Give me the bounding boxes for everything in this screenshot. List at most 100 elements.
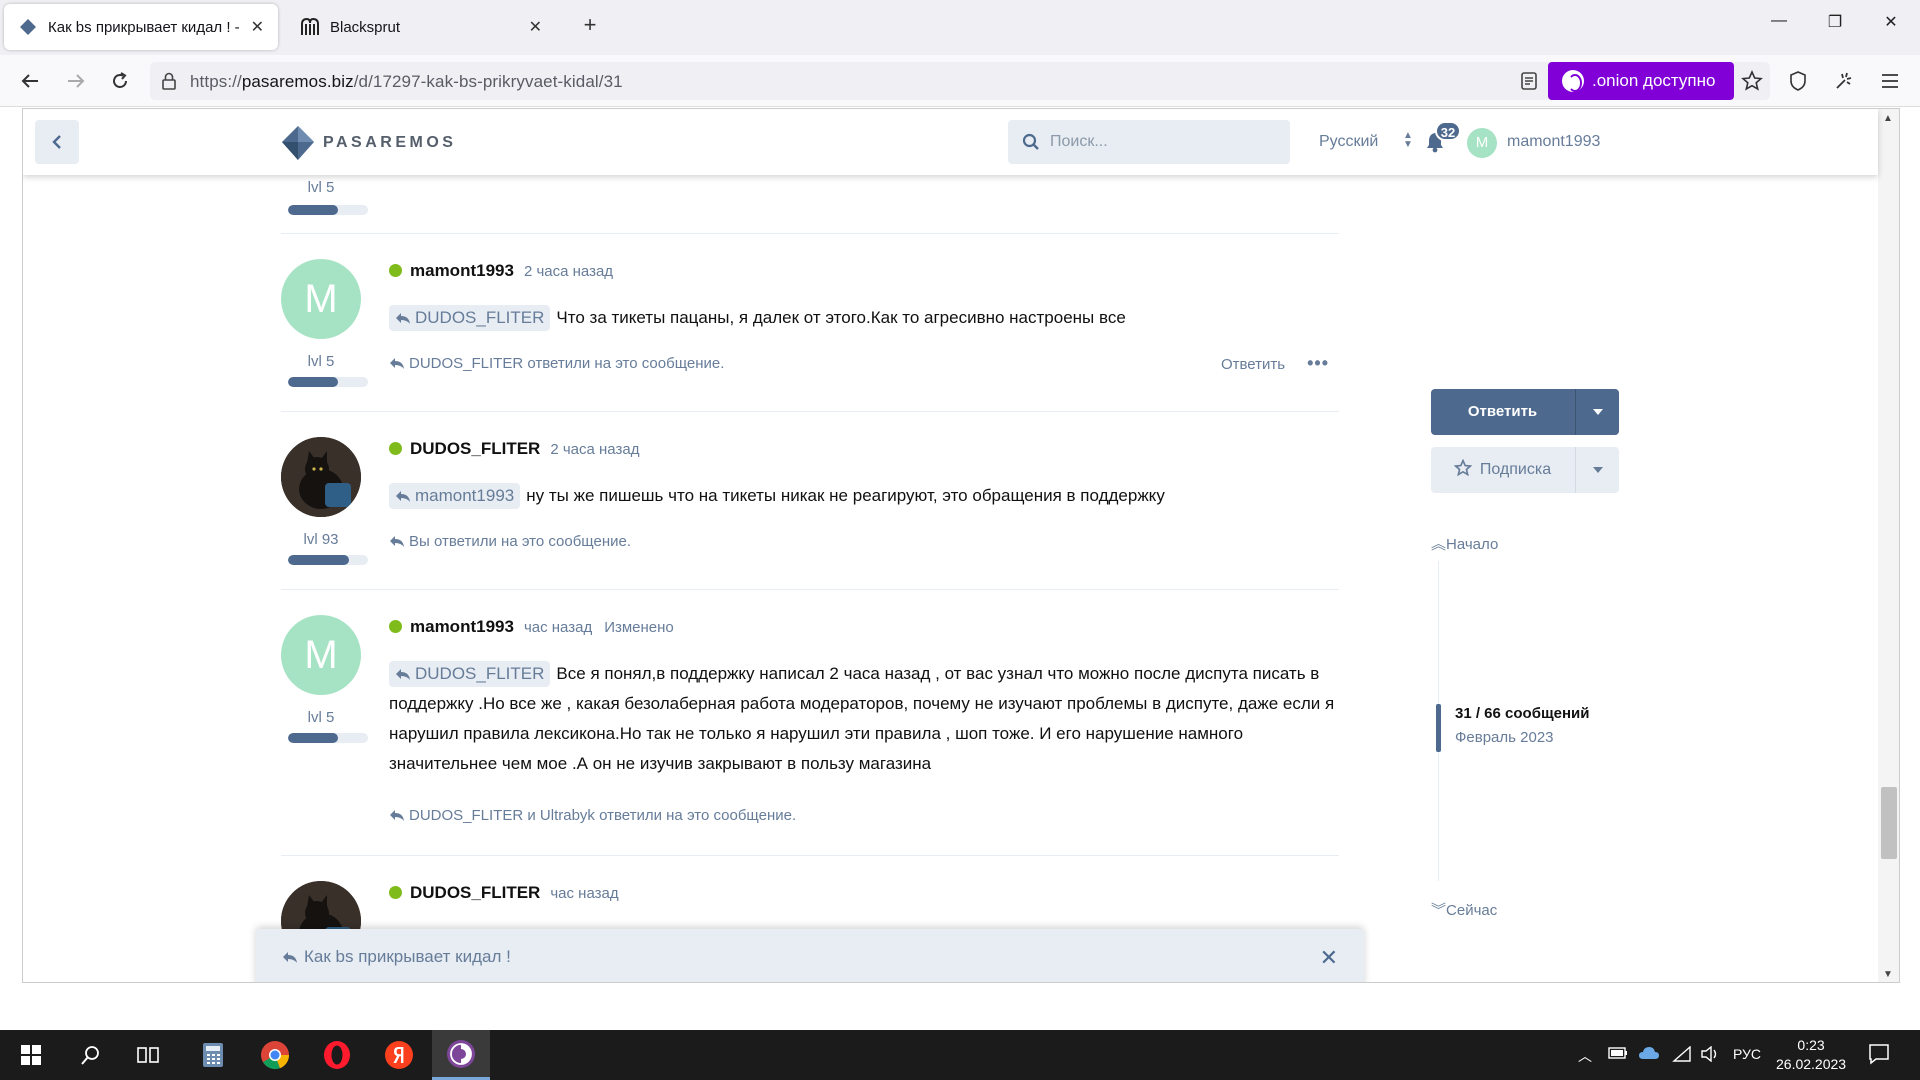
restore-icon[interactable]: ❐ (1812, 12, 1858, 32)
scroll-thumb[interactable] (1881, 787, 1897, 859)
task-view-icon[interactable] (120, 1030, 178, 1080)
username-menu[interactable]: mamont1993 (1507, 133, 1600, 151)
minimize-icon[interactable]: — (1756, 12, 1802, 30)
author-avatar[interactable]: M (281, 259, 361, 339)
onion-available-button[interactable]: .onion доступно (1548, 62, 1734, 100)
online-status-icon (389, 264, 402, 277)
tray-chevron-up-icon[interactable]: ︿ (1578, 1046, 1592, 1066)
edited-label[interactable]: Изменено (604, 619, 674, 636)
scrubber-handle[interactable] (1436, 704, 1441, 752)
tor-browser-icon[interactable] (432, 1030, 490, 1080)
blacksprut-favicon-icon (300, 17, 320, 37)
more-options-icon[interactable]: ••• (1307, 353, 1329, 373)
post-header: DUDOS_FLITER 2 часа назад (389, 439, 639, 459)
close-tab-icon[interactable]: ✕ (251, 17, 264, 37)
back-arrow-icon[interactable] (16, 67, 44, 95)
post-header: mamont1993 час назад Изменено (389, 617, 674, 637)
post-time[interactable]: час назад (550, 885, 618, 902)
online-status-icon (389, 442, 402, 455)
replied-notice[interactable]: DUDOS_FLITER и Ultrabyk ответили на это … (389, 807, 796, 824)
tab-active[interactable]: Как bs прикрывает кидал ! - |P ✕ (4, 4, 278, 50)
composer-bar[interactable]: Как bs прикрывает кидал ! ✕ (256, 929, 1364, 982)
wifi-icon[interactable] (1672, 1045, 1692, 1065)
reply-mention[interactable]: DUDOS_FLITER (389, 661, 551, 687)
notifications-center-icon[interactable] (1868, 1043, 1890, 1068)
calculator-icon[interactable] (184, 1030, 242, 1080)
reply-button-label[interactable]: Ответить (1431, 389, 1574, 435)
user-level: lvl 5 (307, 179, 335, 196)
bookmark-star-icon[interactable] (1738, 67, 1766, 95)
reader-view-icon[interactable] (1520, 71, 1538, 96)
user-avatar[interactable]: M (1467, 128, 1497, 158)
reply-mention[interactable]: mamont1993 (389, 483, 521, 509)
post-author[interactable]: mamont1993 (410, 617, 514, 636)
reply-mention[interactable]: DUDOS_FLITER (389, 305, 551, 331)
post-divider (281, 233, 1339, 234)
page-scrollbar[interactable]: ▲ ▼ (1878, 109, 1899, 982)
windows-start-icon[interactable] (2, 1030, 60, 1080)
author-avatar-cat-photo[interactable] (281, 437, 361, 517)
menu-hamburger-icon[interactable] (1876, 67, 1904, 95)
battery-icon[interactable] (1608, 1046, 1628, 1063)
pasaremos-favicon-icon (18, 17, 38, 37)
url-bar[interactable]: https://pasaremos.biz/d/17297-kak-bs-pri… (150, 62, 1770, 100)
volume-icon[interactable] (1700, 1045, 1720, 1065)
tab-blacksprut[interactable]: Blacksprut ✕ (286, 4, 556, 50)
author-avatar[interactable]: M (281, 615, 361, 695)
chrome-icon[interactable] (246, 1030, 304, 1080)
site-logo[interactable]: PASAREMOS (281, 125, 456, 161)
composer-close-icon[interactable]: ✕ (1320, 945, 1338, 971)
subscribe-dropdown-caret-icon[interactable] (1575, 447, 1619, 493)
online-status-icon (389, 886, 402, 899)
reply-dropdown-caret-icon[interactable] (1575, 389, 1619, 435)
site-header: PASAREMOS Поиск... Русский ▲ ▼ 32 M mamon… (23, 109, 1878, 175)
shield-icon[interactable] (1784, 67, 1812, 95)
tor-circuit-icon[interactable] (1830, 67, 1858, 95)
forward-arrow-icon[interactable] (62, 67, 90, 95)
reply-button[interactable]: Ответить (1431, 389, 1619, 435)
composer-title[interactable]: Как bs прикрывает кидал ! (282, 947, 511, 967)
post-author[interactable]: mamont1993 (410, 261, 514, 280)
search-placeholder: Поиск... (1050, 133, 1108, 150)
scrubber-start-link[interactable]: ︽Начало (1431, 533, 1498, 554)
post-author[interactable]: DUDOS_FLITER (410, 883, 540, 902)
onedrive-icon[interactable] (1638, 1046, 1660, 1063)
reply-arrow-icon (390, 810, 404, 821)
scrubber-date: Февраль 2023 (1455, 729, 1554, 746)
yandex-browser-icon[interactable] (370, 1030, 428, 1080)
scrubber-position: 31 / 66 сообщений (1455, 705, 1590, 722)
post-text: ну ты же пишешь что на тикеты никак не р… (526, 486, 1165, 505)
reply-link[interactable]: Ответить (1221, 356, 1285, 373)
post-time[interactable]: час назад (524, 619, 592, 636)
reply-arrow-icon (390, 358, 404, 369)
post-time[interactable]: 2 часа назад (524, 263, 613, 280)
scrubber-now-link[interactable]: ︾Сейчас (1431, 899, 1497, 920)
window-close-icon[interactable]: ✕ (1868, 12, 1914, 32)
opera-icon[interactable] (308, 1030, 366, 1080)
browser-tab-bar: Как bs прикрывает кидал ! - |P ✕ Blacksp… (0, 0, 1920, 55)
post-body: mamont1993 ну ты же пишешь что на тикеты … (389, 481, 1339, 511)
pasaremos-logo-icon (282, 126, 314, 160)
scroll-down-arrow-icon[interactable]: ▼ (1883, 969, 1893, 980)
replied-notice[interactable]: DUDOS_FLITER ответили на это сообщение. (389, 355, 724, 372)
post-time[interactable]: 2 часа назад (550, 441, 639, 458)
input-language[interactable]: РУС (1733, 1046, 1761, 1062)
taskbar-clock[interactable]: 0:23 26.02.2023 (1776, 1036, 1846, 1074)
notification-count-badge[interactable]: 32 (1435, 121, 1461, 141)
scroll-up-arrow-icon[interactable]: ▲ (1883, 113, 1893, 124)
subscribe-button[interactable]: Подписка (1431, 447, 1619, 493)
search-icon[interactable] (62, 1030, 120, 1080)
replied-notice[interactable]: Вы ответили на это сообщение. (389, 533, 631, 550)
new-tab-plus-icon[interactable]: + (578, 14, 602, 38)
url-text[interactable]: https://pasaremos.biz/d/17297-kak-bs-pri… (190, 72, 623, 92)
online-status-icon (389, 620, 402, 633)
reload-icon[interactable] (106, 67, 134, 95)
close-tab-icon[interactable]: ✕ (529, 17, 542, 37)
post-author[interactable]: DUDOS_FLITER (410, 439, 540, 458)
back-button[interactable] (35, 120, 79, 164)
lock-icon[interactable] (160, 71, 178, 96)
search-input[interactable]: Поиск... (1008, 120, 1290, 164)
windows-taskbar: ︿ РУС 0:23 26.02.2023 (0, 1030, 1920, 1080)
language-selector[interactable]: Русский ▲ ▼ (1319, 131, 1413, 151)
subscribe-button-label[interactable]: Подписка (1431, 447, 1574, 493)
